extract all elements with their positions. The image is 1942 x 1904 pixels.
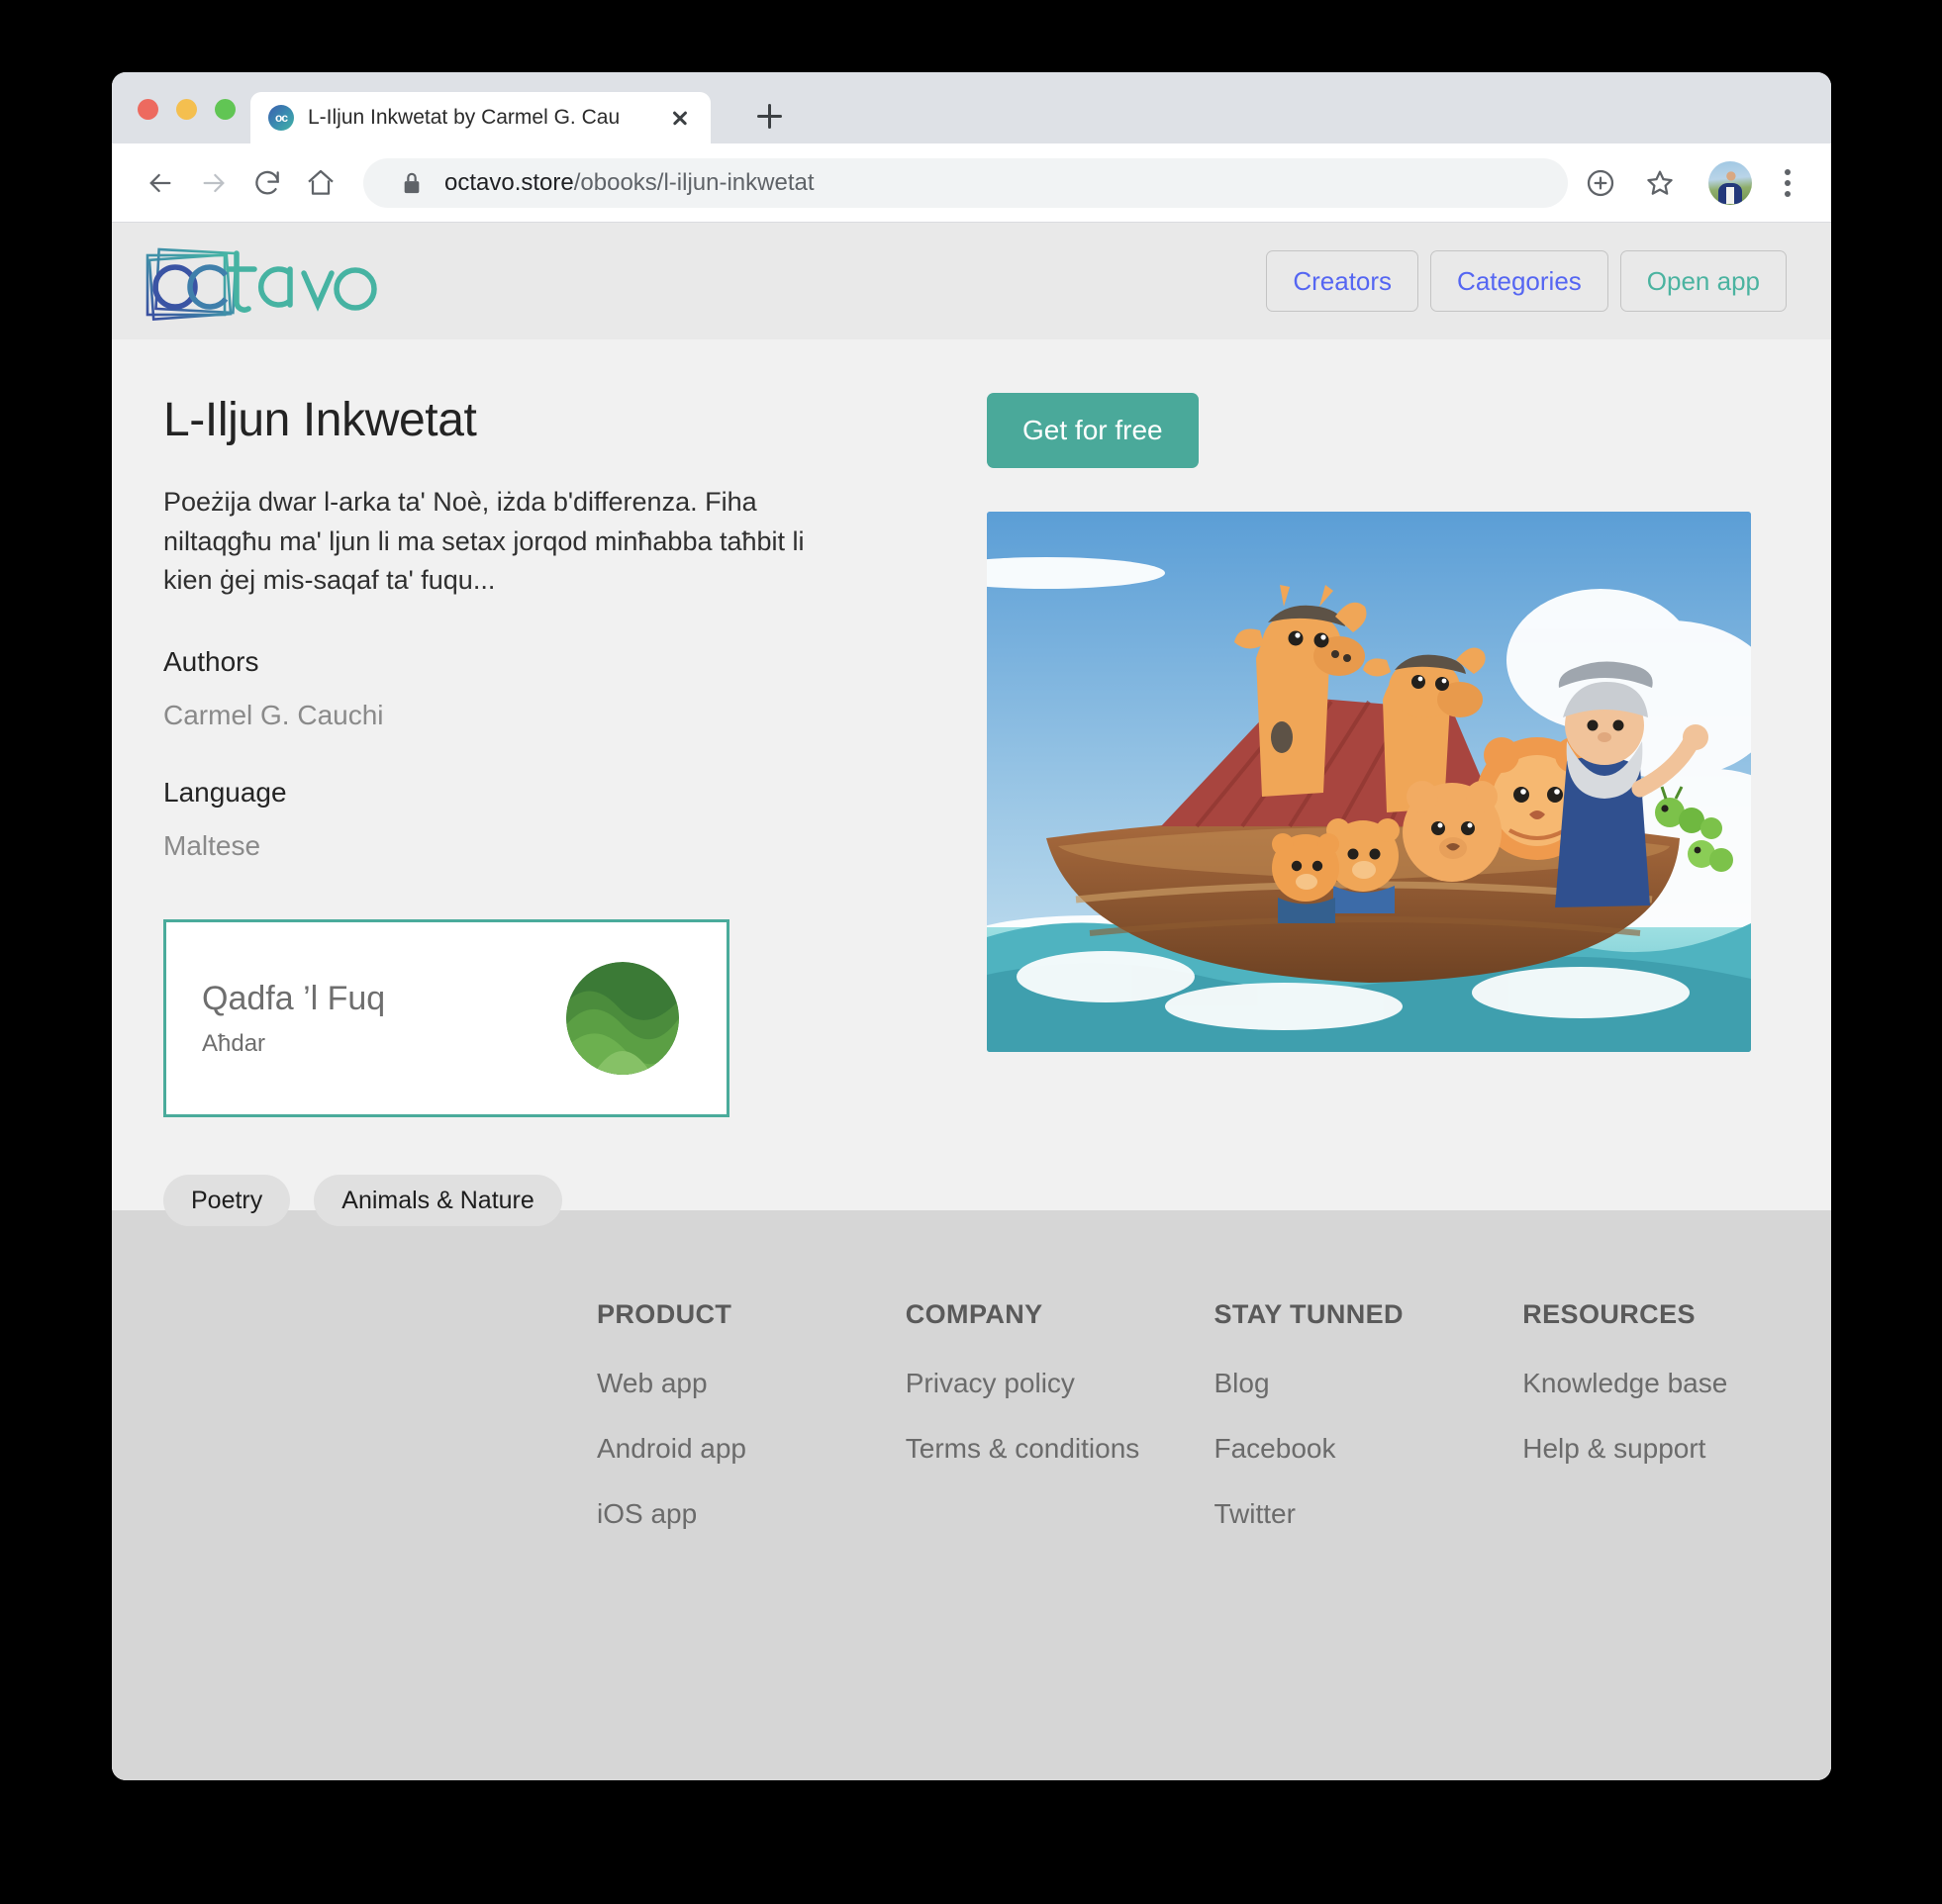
footer-heading-product: PRODUCT: [597, 1299, 732, 1329]
close-tab-icon[interactable]: [665, 103, 695, 133]
new-tab-plus-icon[interactable]: [745, 92, 793, 140]
address-bar[interactable]: octavo.store/obooks/l-iljun-inkwetat: [363, 157, 1568, 208]
reload-icon[interactable]: [241, 156, 294, 210]
tab-title: L-Iljun Inkwetat by Carmel G. Cau: [308, 106, 621, 129]
browser-tab[interactable]: oc L-Iljun Inkwetat by Carmel G. Cau: [250, 92, 711, 143]
back-arrow-icon[interactable]: [134, 156, 187, 210]
home-icon[interactable]: [294, 156, 347, 210]
favicon-label: oc: [274, 111, 288, 125]
tag-animals-nature[interactable]: Animals & Nature: [314, 1175, 562, 1227]
collection-title: Qadfa ’l Fuq: [202, 979, 386, 1017]
footer-heading-resources: RESOURCES: [1522, 1299, 1696, 1329]
window-traffic-lights: [138, 99, 236, 120]
book-details-column: L-Iljun Inkwetat Poeżija dwar l-arka ta'…: [163, 393, 945, 1227]
collection-text: Qadfa ’l Fuq Aħdar: [202, 980, 385, 1058]
lock-icon: [401, 171, 423, 195]
green-waves-thumbnail: [566, 962, 679, 1076]
close-window-button[interactable]: [138, 99, 158, 120]
main-content: L-Iljun Inkwetat Poeżija dwar l-arka ta'…: [112, 339, 1831, 1227]
footer-link-privacy-policy[interactable]: Privacy policy: [906, 1368, 1214, 1399]
tag-poetry[interactable]: Poetry: [163, 1175, 291, 1227]
footer-heading-company: COMPANY: [905, 1299, 1043, 1329]
collection-card[interactable]: Qadfa ’l Fuq Aħdar: [163, 919, 729, 1118]
site-header: Creators Categories Open app: [112, 223, 1831, 339]
footer-column-product: PRODUCT Web app Android app iOS app: [597, 1299, 906, 1564]
tag-list: Poetry Animals & Nature: [163, 1175, 945, 1227]
footer-link-help-support[interactable]: Help & support: [1522, 1433, 1831, 1465]
bookmark-star-icon[interactable]: [1633, 156, 1687, 210]
octavo-logo[interactable]: [142, 238, 384, 325]
url-text: octavo.store/obooks/l-iljun-inkwetat: [444, 169, 815, 197]
book-description: Poeżija dwar l-arka ta' Noè, iżda b'diff…: [163, 487, 805, 596]
three-dot-menu-icon[interactable]: [1766, 156, 1809, 210]
nav-open-app-button[interactable]: Open app: [1619, 250, 1787, 312]
nav-categories-button[interactable]: Categories: [1430, 250, 1608, 312]
footer-columns: PRODUCT Web app Android app iOS app COMP…: [112, 1299, 1831, 1564]
footer-column-stay-tunned: STAY TUNNED Blog Facebook Twitter: [1214, 1299, 1523, 1564]
maximize-window-button[interactable]: [215, 99, 236, 120]
minimize-window-button[interactable]: [176, 99, 197, 120]
authors-label: Authors: [163, 646, 259, 678]
nav-creators-button[interactable]: Creators: [1266, 250, 1419, 312]
octavo-favicon: oc: [268, 105, 294, 131]
toolbar-icons: [1574, 156, 1809, 210]
collection-subtitle: Aħdar: [202, 1029, 266, 1057]
footer-link-blog[interactable]: Blog: [1214, 1368, 1523, 1399]
footer-column-company: COMPANY Privacy policy Terms & condition…: [906, 1299, 1214, 1564]
footer-link-android-app[interactable]: Android app: [597, 1433, 906, 1465]
url-domain: octavo.store: [444, 168, 574, 196]
footer-link-terms-conditions[interactable]: Terms & conditions: [906, 1433, 1214, 1465]
noahs-ark-illustration: [987, 512, 1751, 1052]
browser-window: oc L-Iljun Inkwetat by Carmel G. Cau oct…: [112, 72, 1831, 1780]
profile-avatar[interactable]: [1708, 160, 1752, 205]
footer-link-knowledge-base[interactable]: Knowledge base: [1522, 1368, 1831, 1399]
forward-arrow-icon: [187, 156, 241, 210]
footer-column-resources: RESOURCES Knowledge base Help & support: [1522, 1299, 1831, 1564]
footer-link-ios-app[interactable]: iOS app: [597, 1498, 906, 1530]
language-label: Language: [163, 777, 287, 809]
book-cover-column: Get for free: [945, 393, 1780, 1210]
tab-strip: oc L-Iljun Inkwetat by Carmel G. Cau: [112, 72, 1831, 143]
site-footer: PRODUCT Web app Android app iOS app COMP…: [112, 1210, 1831, 1780]
page-viewport: Creators Categories Open app L-Iljun Ink…: [112, 223, 1831, 1780]
page-title: L-Iljun Inkwetat: [163, 394, 477, 446]
site-nav: Creators Categories Open app: [1266, 250, 1787, 312]
footer-link-facebook[interactable]: Facebook: [1214, 1433, 1523, 1465]
get-for-free-button[interactable]: Get for free: [987, 393, 1199, 468]
authors-value: Carmel G. Cauchi: [163, 700, 384, 731]
footer-link-web-app[interactable]: Web app: [597, 1368, 906, 1399]
install-plus-circle-icon[interactable]: [1574, 156, 1627, 210]
footer-link-twitter[interactable]: Twitter: [1214, 1498, 1523, 1530]
url-path: /obooks/l-iljun-inkwetat: [573, 168, 815, 196]
language-value: Maltese: [163, 830, 261, 862]
browser-toolbar: octavo.store/obooks/l-iljun-inkwetat: [112, 143, 1831, 223]
footer-heading-stay-tunned: STAY TUNNED: [1214, 1299, 1404, 1329]
